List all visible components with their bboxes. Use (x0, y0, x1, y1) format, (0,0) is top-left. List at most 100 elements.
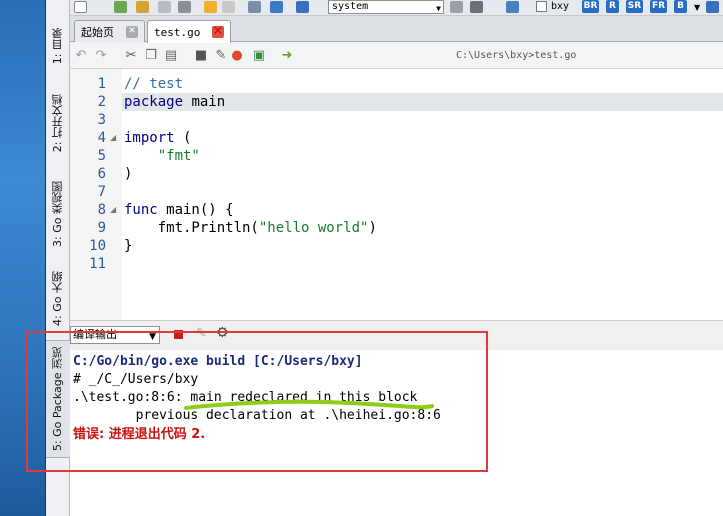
tab-start-page[interactable]: 起始页 ✕ (74, 20, 145, 42)
code-line[interactable]: } (122, 237, 723, 255)
gear-icon[interactable]: ⚙ (216, 325, 229, 341)
code-line[interactable] (122, 111, 723, 129)
output-toolbar: 编译输出 ▼ ✎ ⚙ (70, 320, 723, 350)
dock-tab-label: 4: Go 大纲 (51, 270, 64, 326)
paste-icon[interactable]: ▤ (164, 49, 178, 63)
build-output-panel: C:/Go/bin/go.exe build [C:/Users/bxy] # … (70, 350, 723, 516)
open-folder-icon[interactable] (136, 1, 149, 13)
run-icon[interactable]: ➜ (280, 49, 294, 63)
arrow-down-icon[interactable] (222, 1, 235, 13)
editor-toolbar: ↶ ↷ ✂ ❐ ▤ ■ ✎ ● ▣ ➜ C:\Users\bxy>test.go (70, 43, 723, 69)
code-token: func (124, 202, 158, 218)
bxy-checkbox-label: bxy (551, 1, 570, 12)
line-number: 4 (97, 130, 106, 146)
badge-r[interactable]: R (606, 0, 619, 13)
code-token: ( (174, 130, 192, 146)
code-line[interactable]: func main() { (122, 201, 723, 219)
file-path-label: C:\Users\bxy>test.go (456, 50, 577, 61)
undo-icon[interactable]: ↶ (74, 49, 88, 63)
copy-icon[interactable]: ❐ (144, 49, 158, 63)
dock-tab-directory[interactable]: 1: 目录 (46, 20, 70, 72)
save-icon[interactable] (178, 1, 191, 13)
line-number: 1 (97, 76, 106, 92)
overflow-chevron-icon[interactable]: ▼ (694, 3, 702, 12)
fold-marker-icon[interactable]: ◢ (110, 205, 116, 214)
code-line[interactable]: package main (122, 93, 723, 111)
stop-icon[interactable] (470, 1, 483, 13)
code-token: fmt.Println( (124, 220, 259, 236)
export-icon[interactable]: ▣ (252, 49, 266, 63)
record-icon[interactable]: ● (230, 49, 244, 63)
cut-icon[interactable]: ✂ (124, 49, 138, 63)
side-dock: 1: 目录 2: 打开文档 3: Go 类视图 4: Go 大纲 5: Go P… (46, 0, 70, 516)
system-select[interactable]: system ▼ (328, 0, 444, 14)
code-area[interactable]: // test package main import ( "fmt") func m… (122, 69, 723, 320)
code-line[interactable]: import ( (122, 129, 723, 147)
open-file-icon[interactable] (114, 1, 127, 13)
badge-br[interactable]: BR (582, 0, 599, 13)
arrow-up-icon[interactable] (204, 1, 217, 13)
output-type-value: 编译输出 (73, 328, 117, 341)
edit-icon[interactable]: ✎ (214, 49, 228, 63)
dock-tab-open-documents[interactable]: 2: 打开文档 (46, 80, 70, 166)
code-line[interactable] (122, 183, 723, 201)
output-line: previous declaration at .\heihei.go:8:6 (73, 408, 441, 423)
output-exit-code: 错误: 进程退出代码 2. (73, 427, 206, 442)
code-editor[interactable]: 1 2 3 4 ◢ 5 6 7 8 ◢ 9 10 11 // test package main impor… (70, 69, 723, 320)
output-line: C:/Go/bin/go.exe build [C:/Users/bxy] (73, 354, 363, 369)
badge-fr[interactable]: FR (650, 0, 667, 13)
fold-marker-icon[interactable]: ◢ (110, 133, 116, 142)
line-number: 2 (97, 94, 106, 110)
dock-tab-go-package-browser[interactable]: 5: Go Package 浏览 (46, 340, 70, 458)
tools-icon[interactable] (248, 1, 261, 13)
new-file-icon[interactable] (74, 1, 87, 13)
code-line[interactable]: fmt.Println("hello world") (122, 219, 723, 237)
settings-gear-icon[interactable] (506, 1, 519, 13)
clear-output-icon[interactable]: ✎ (196, 326, 207, 341)
tab-test-go[interactable]: test.go ✕ (147, 20, 231, 43)
editor-tab-bar: 起始页 ✕ test.go ✕ (70, 16, 723, 43)
line-number: 9 (97, 220, 106, 236)
line-number: 6 (97, 166, 106, 182)
code-line[interactable]: // test (122, 75, 723, 93)
code-line[interactable] (122, 255, 723, 273)
line-number: 8 (97, 202, 106, 218)
line-number: 5 (97, 148, 106, 164)
line-number: 11 (89, 256, 106, 272)
output-type-select[interactable]: 编译输出 ▼ (70, 326, 160, 344)
line-number: 3 (97, 112, 106, 128)
code-token: } (124, 238, 133, 254)
badge-b[interactable]: B (674, 0, 687, 13)
tab-label: 起始页 (81, 25, 114, 39)
code-line[interactable]: "fmt" (122, 147, 723, 165)
line-number: 7 (97, 184, 106, 200)
refresh-icon[interactable] (450, 1, 463, 13)
dock-tab-go-class-view[interactable]: 3: Go 类视图 (46, 172, 70, 256)
lock-icon[interactable]: ■ (194, 49, 208, 63)
code-token: ) (368, 220, 377, 236)
dock-tab-label: 2: 打开文档 (51, 93, 64, 153)
tab-label: test.go (154, 25, 201, 39)
dock-tab-label: 1: 目录 (51, 27, 64, 65)
go-icon[interactable] (296, 1, 309, 13)
stop-build-icon[interactable] (174, 330, 183, 339)
badge-sr[interactable]: SR (626, 0, 643, 13)
code-token: "fmt" (157, 148, 200, 164)
close-icon[interactable]: ✕ (126, 25, 138, 38)
redo-icon[interactable]: ↷ (94, 49, 108, 63)
chevron-down-icon: ▼ (149, 332, 156, 342)
code-line[interactable]: ) (122, 165, 723, 183)
code-token: main() { (157, 202, 234, 218)
extra-tool-icon[interactable] (706, 1, 719, 13)
code-token: import (124, 130, 175, 146)
code-token: "hello world" (258, 220, 369, 236)
line-number: 10 (89, 238, 106, 254)
bxy-checkbox[interactable] (536, 1, 547, 12)
copy-icon[interactable] (158, 1, 171, 13)
dock-tab-label: 3: Go 类视图 (51, 181, 64, 247)
code-token: main (183, 94, 226, 110)
close-icon[interactable]: ✕ (212, 25, 224, 38)
dock-tab-go-outline[interactable]: 4: Go 大纲 (46, 262, 70, 334)
home-icon[interactable] (270, 1, 283, 13)
output-line: # _/C_/Users/bxy (73, 372, 199, 387)
